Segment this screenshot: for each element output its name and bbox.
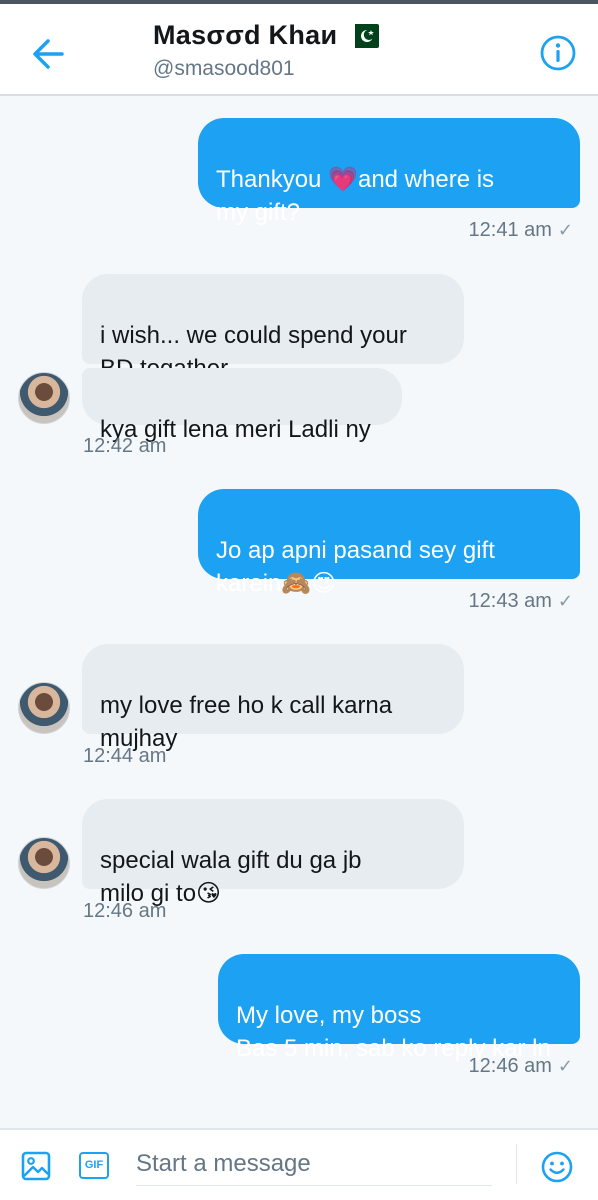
- conversation-title[interactable]: Masσσd Khaи @smasood801: [153, 20, 380, 81]
- image-icon[interactable]: [21, 1151, 51, 1181]
- message-text: special wala gift du ga jb milo gi to: [100, 847, 362, 907]
- message-text: my love free ho k call karna mujhay: [100, 692, 393, 752]
- contact-handle: @smasood801: [153, 57, 295, 80]
- message-text: My love, my boss Bas 5 min, sab ko reply…: [236, 1002, 551, 1062]
- message-timestamp: 12:46 am ✓: [468, 1055, 573, 1077]
- outgoing-message[interactable]: Thankyou 💗and where is my gift?: [198, 118, 580, 226]
- message-timestamp: 12:43 am ✓: [468, 590, 573, 612]
- conversation-header: Masσσd Khaи @smasood801: [0, 4, 598, 96]
- incoming-message[interactable]: special wala gift du ga jb milo gi to😘: [82, 799, 464, 907]
- kiss-emoji: 😘: [196, 880, 222, 907]
- message-text: Thankyou: [216, 166, 329, 193]
- message-composer: GIF: [0, 1128, 598, 1200]
- gif-button[interactable]: GIF: [79, 1152, 109, 1179]
- contact-avatar[interactable]: [18, 372, 70, 424]
- read-check-icon: ✓: [557, 1056, 573, 1076]
- contact-avatar[interactable]: [18, 837, 70, 889]
- message-timestamp: 12:42 am: [83, 435, 167, 457]
- heart-emoji: 💗: [328, 166, 358, 193]
- info-icon[interactable]: [538, 33, 578, 73]
- pakistan-flag-icon: [347, 23, 380, 48]
- read-check-icon: ✓: [557, 220, 573, 240]
- message-timestamp: 12:44 am: [83, 745, 167, 767]
- contact-name: Masσσd Khaи: [153, 20, 338, 50]
- smiley-icon[interactable]: [540, 1150, 574, 1184]
- monkey-heart-eyes-emoji: 🙈😍: [281, 570, 337, 597]
- incoming-message[interactable]: my love free ho k call karna mujhay: [82, 644, 464, 752]
- contact-avatar[interactable]: [18, 682, 70, 734]
- message-timestamp: 12:46 am: [83, 900, 167, 922]
- outgoing-message[interactable]: My love, my boss Bas 5 min, sab ko reply…: [218, 954, 580, 1062]
- message-timestamp: 12:41 am ✓: [468, 219, 573, 241]
- message-text: Jo ap apni pasand sey gift karein: [216, 537, 495, 597]
- back-arrow-icon[interactable]: [26, 34, 72, 74]
- divider: [516, 1144, 517, 1184]
- outgoing-message[interactable]: Jo ap apni pasand sey gift karein🙈😍: [198, 489, 580, 597]
- message-input[interactable]: [136, 1142, 492, 1186]
- incoming-message[interactable]: kya gift lena meri Ladli ny: [82, 368, 402, 443]
- read-check-icon: ✓: [557, 591, 573, 611]
- incoming-message[interactable]: i wish... we could spend your BD togathe…: [82, 274, 464, 382]
